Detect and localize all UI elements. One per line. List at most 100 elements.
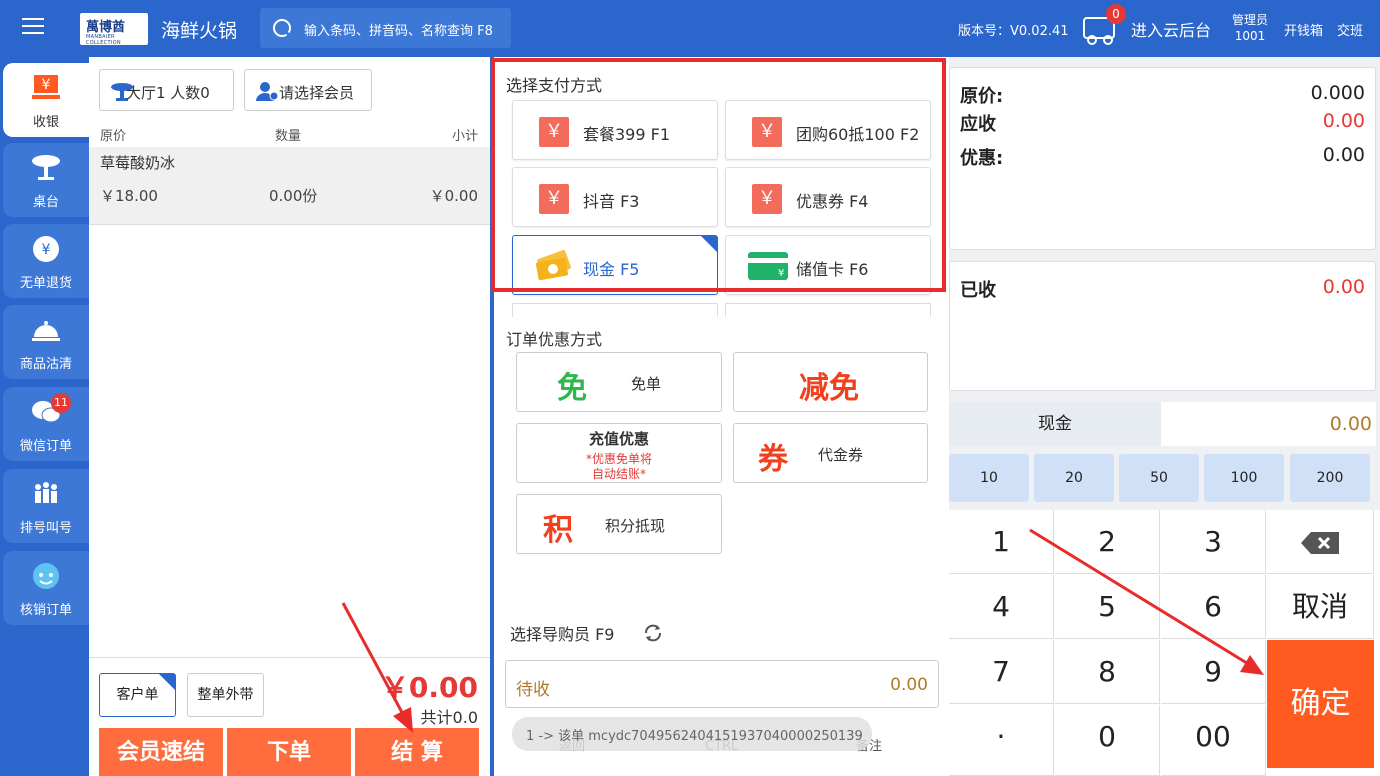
- cloud-backend-link[interactable]: 进入云后台: [1131, 17, 1211, 41]
- logo-subtext: MANBAIER COLLECTION: [86, 34, 121, 46]
- pay-method-partial: [725, 303, 931, 317]
- queue-icon: [35, 482, 57, 503]
- cancel-key[interactable]: 取消: [1267, 575, 1374, 639]
- cash-input-row[interactable]: 现金 0.00: [949, 402, 1376, 446]
- sidebar-item-return[interactable]: ¥ 无单退货: [3, 224, 89, 298]
- item-price: ￥18.00: [100, 187, 158, 205]
- sidebar-item-label: 核销订单: [19, 603, 72, 618]
- top-bar: 萬博酋 MANBAIER COLLECTION 海鲜火锅 输入条码、拼音码、名称…: [0, 0, 1380, 57]
- recharge-note-2: 自动结账*: [591, 467, 646, 481]
- hall-label: 大厅1 人数0: [126, 84, 210, 102]
- select-guide-button[interactable]: 选择导购员 F9: [510, 621, 614, 645]
- refresh-icon[interactable]: [642, 622, 664, 644]
- member-icon: [256, 82, 279, 101]
- reduce-button[interactable]: 减免: [733, 352, 928, 412]
- key-9[interactable]: 9: [1161, 640, 1266, 704]
- sidebar-item-table[interactable]: 桌台: [3, 143, 89, 217]
- key-2[interactable]: 2: [1055, 510, 1160, 574]
- pending-label: 待收: [516, 680, 550, 700]
- highlight-box: [491, 58, 946, 292]
- sidebar-item-wechat[interactable]: 11 微信订单: [3, 387, 89, 461]
- search-placeholder: 输入条码、拼音码、名称查询 F8: [304, 24, 493, 39]
- hall-button[interactable]: 大厅1 人数0: [99, 69, 234, 111]
- admin-info[interactable]: 管理员 1001: [1228, 12, 1272, 44]
- confirm-key[interactable]: 确定: [1267, 640, 1374, 768]
- key-6[interactable]: 6: [1161, 575, 1266, 639]
- original-price-label: 原价:: [960, 86, 1004, 107]
- receivable-label: 应收: [960, 114, 996, 135]
- brand-logo: 萬博酋 MANBAIER COLLECTION: [80, 13, 148, 46]
- checkout-button[interactable]: 结 算: [355, 728, 479, 776]
- coupon-char-icon: 券: [758, 442, 788, 477]
- sidebar-item-label: 商品沽清: [19, 357, 72, 372]
- takeaway-button[interactable]: 整单外带: [187, 673, 264, 717]
- recharge-discount-button[interactable]: 充值优惠 *优惠免单将 自动结账*: [516, 423, 722, 483]
- key-dot[interactable]: ·: [949, 705, 1054, 776]
- discount-value: 0.00: [1322, 144, 1365, 166]
- quick-amount-50[interactable]: 50: [1119, 454, 1199, 502]
- member-quick-settle-button[interactable]: 会员速结: [99, 728, 223, 776]
- col-subtotal-header: 小计: [451, 129, 478, 144]
- shift-handover-button[interactable]: 交班: [1337, 20, 1363, 39]
- cloche-icon: [32, 321, 60, 341]
- sidebar-item-queue[interactable]: 排号叫号: [3, 469, 89, 543]
- pending-value: 0.00: [890, 675, 928, 695]
- cash-input-value[interactable]: 0.00: [1330, 413, 1372, 435]
- voucher-button[interactable]: 券 代金券: [733, 423, 928, 483]
- key-3[interactable]: 3: [1161, 510, 1266, 574]
- customer-order-button[interactable]: 客户单: [99, 673, 176, 717]
- sidebar-item-soldout[interactable]: 商品沽清: [3, 305, 89, 379]
- backspace-icon: [1301, 532, 1339, 554]
- member-label: 请选择会员: [279, 84, 355, 102]
- check-corner-icon: [159, 674, 175, 690]
- version-label: 版本号：V0.02.41: [958, 24, 1069, 39]
- col-qty-header: 数量: [275, 129, 302, 144]
- toast-message: 1 -> 该单 mcydc704956240415193704000025013…: [512, 717, 872, 751]
- discount-title: 订单优惠方式: [506, 330, 603, 349]
- cashier-icon: ¥: [32, 75, 60, 99]
- quick-amount-200[interactable]: 200: [1290, 454, 1370, 502]
- cash-label: 现金: [949, 402, 1161, 446]
- sidebar-item-label: 无单退货: [19, 276, 72, 291]
- key-7[interactable]: 7: [949, 640, 1054, 704]
- sidebar-item-verify[interactable]: 核销订单: [3, 551, 89, 625]
- voucher-label: 代金券: [818, 446, 864, 464]
- table-row[interactable]: 草莓酸奶冰 ￥18.00 0.00份 ￥0.00: [89, 147, 490, 225]
- return-icon: ¥: [33, 236, 59, 262]
- sidebar-item-label: 收银: [32, 115, 59, 130]
- points-button[interactable]: 积 积分抵现: [516, 494, 722, 554]
- svg-text:¥: ¥: [42, 242, 51, 258]
- quick-amount-10[interactable]: 10: [949, 454, 1029, 502]
- points-label: 积分抵现: [605, 517, 666, 535]
- sidebar-item-label: 桌台: [32, 195, 59, 210]
- search-input[interactable]: 输入条码、拼音码、名称查询 F8: [260, 8, 511, 48]
- sidebar-item-cashier[interactable]: ¥ 收银: [3, 63, 89, 137]
- free-char-icon: 免: [557, 371, 587, 406]
- admin-id: 1001: [1234, 29, 1266, 43]
- quick-amount-20[interactable]: 20: [1034, 454, 1114, 502]
- key-0[interactable]: 0: [1055, 705, 1160, 776]
- key-00[interactable]: 00: [1161, 705, 1266, 776]
- customer-order-label: 客户单: [116, 687, 159, 703]
- free-order-button[interactable]: 免 免单: [516, 352, 722, 412]
- amount-card: 原价: 0.000 应收 0.00 优惠: 0.00: [949, 67, 1376, 250]
- received-card: 已收 0.00: [949, 261, 1376, 391]
- pending-amount-field: 待收 0.00: [505, 660, 939, 708]
- store-name: 海鲜火锅: [161, 20, 238, 42]
- key-1[interactable]: 1: [949, 510, 1054, 574]
- key-8[interactable]: 8: [1055, 640, 1160, 704]
- key-5[interactable]: 5: [1055, 575, 1160, 639]
- sidebar-item-label: 微信订单: [19, 439, 72, 454]
- backspace-key[interactable]: [1267, 510, 1374, 574]
- item-subtotal: ￥0.00: [429, 187, 478, 205]
- open-cashbox-button[interactable]: 开钱箱: [1284, 20, 1323, 39]
- verify-icon: [33, 563, 59, 589]
- place-order-button[interactable]: 下单: [227, 728, 351, 776]
- key-4[interactable]: 4: [949, 575, 1054, 639]
- select-member-button[interactable]: 请选择会员: [244, 69, 372, 111]
- sidebar: ¥ 收银 桌台 ¥ 无单退货 商品沽清 11 微信订单 排号叫号 核销订单: [0, 57, 89, 776]
- menu-icon[interactable]: [22, 18, 44, 36]
- cloud-badge: 0: [1106, 4, 1126, 24]
- order-footer: 客户单 整单外带 ￥0.00 共计0.0 会员速结 下单 结 算: [89, 657, 490, 776]
- quick-amount-100[interactable]: 100: [1204, 454, 1284, 502]
